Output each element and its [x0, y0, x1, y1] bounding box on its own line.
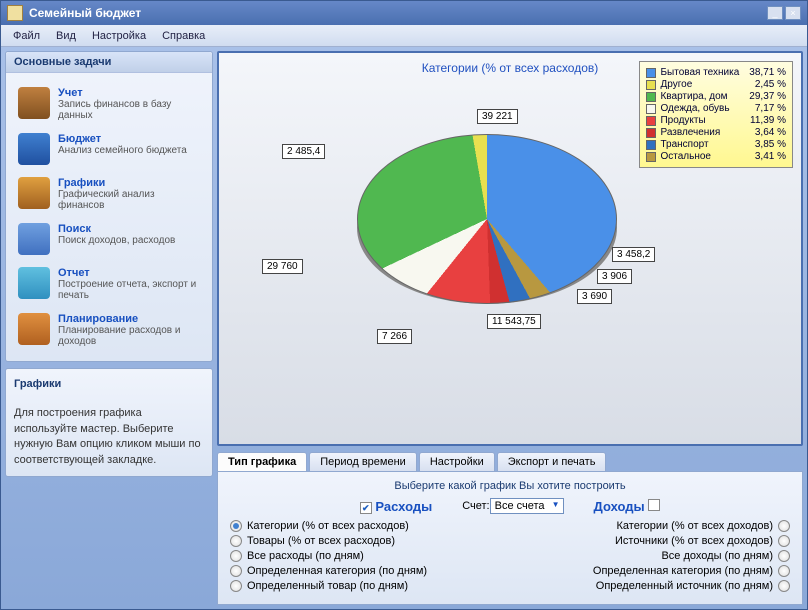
- legend-swatch: [646, 68, 656, 78]
- account-select[interactable]: Все счета: [490, 498, 564, 514]
- tab-chart-type[interactable]: Тип графика: [217, 452, 307, 471]
- tabs: Тип графика Период времени Настройки Экс…: [217, 452, 803, 471]
- planning-icon: [18, 313, 50, 345]
- report-icon: [18, 267, 50, 299]
- help-title: Графики: [14, 377, 204, 392]
- tab-settings[interactable]: Настройки: [419, 452, 495, 471]
- exp-radio-category-days[interactable]: Определенная категория (по дням): [230, 565, 427, 577]
- tasks-header: Основные задачи: [6, 52, 212, 73]
- exp-radio-all-days[interactable]: Все расходы (по дням): [230, 550, 427, 562]
- window-title: Семейный бюджет: [29, 6, 767, 20]
- task-search[interactable]: ПоискПоиск доходов, расходов: [14, 217, 204, 261]
- task-report[interactable]: ОтчетПостроение отчета, экспорт и печать: [14, 261, 204, 307]
- inc-radio-all-days[interactable]: Все доходы (по дням): [661, 550, 790, 562]
- expenses-label[interactable]: ✔ Расходы: [360, 499, 432, 514]
- app-icon: [7, 5, 23, 21]
- inc-radio-sources[interactable]: Источники (% от всех доходов): [615, 535, 790, 547]
- incomes-checkbox[interactable]: [648, 499, 660, 511]
- help-text: Для построения графика используйте масте…: [14, 406, 204, 468]
- tasks-panel: Основные задачи УчетЗапись финансов в ба…: [5, 51, 213, 362]
- app-window: Семейный бюджет _ × Файл Вид Настройка С…: [0, 0, 808, 610]
- task-charts[interactable]: ГрафикиГрафический анализ финансов: [14, 171, 204, 217]
- exp-radio-good-days[interactable]: Определенный товар (по дням): [230, 580, 427, 592]
- options-title: Выберите какой график Вы хотите построит…: [230, 480, 790, 492]
- callout-drugoe: 2 485,4: [282, 144, 325, 159]
- menu-help[interactable]: Справка: [154, 28, 213, 44]
- minimize-button[interactable]: _: [767, 6, 783, 20]
- menu-view[interactable]: Вид: [48, 28, 84, 44]
- options-panel: Выберите какой график Вы хотите построит…: [217, 471, 803, 605]
- task-title: Учет: [58, 87, 200, 99]
- task-budget[interactable]: БюджетАнализ семейного бюджета: [14, 127, 204, 171]
- chart-icon: [18, 177, 50, 209]
- expenses-checkbox[interactable]: ✔: [360, 502, 372, 514]
- account-label: Счет:: [462, 500, 489, 512]
- callout-kvartira: 29 760: [262, 259, 303, 274]
- task-planning[interactable]: ПланированиеПланирование расходов и дохо…: [14, 307, 204, 353]
- inc-radio-source-days[interactable]: Определенный источник (по дням): [596, 580, 790, 592]
- exp-radio-categories[interactable]: Категории (% от всех расходов): [230, 520, 427, 532]
- incomes-label[interactable]: Доходы: [594, 499, 661, 514]
- callout-razvlech: 3 690: [577, 289, 612, 304]
- close-button[interactable]: ×: [785, 6, 801, 20]
- menubar: Файл Вид Настройка Справка: [1, 25, 807, 47]
- tab-export[interactable]: Экспорт и печать: [497, 452, 607, 471]
- titlebar[interactable]: Семейный бюджет _ ×: [1, 1, 807, 25]
- menu-settings[interactable]: Настройка: [84, 28, 154, 44]
- callout-ostalnoe: 3 458,2: [612, 247, 655, 262]
- menu-file[interactable]: Файл: [5, 28, 48, 44]
- tab-period[interactable]: Период времени: [309, 452, 417, 471]
- inc-radio-categories[interactable]: Категории (% от всех доходов): [617, 520, 791, 532]
- database-icon: [18, 87, 50, 119]
- pie-chart: 39 221 2 485,4 29 760 7 266 11 543,75 3 …: [227, 79, 793, 359]
- exp-radio-goods[interactable]: Товары (% от всех расходов): [230, 535, 427, 547]
- callout-produkty: 11 543,75: [487, 314, 541, 329]
- callout-odezhda: 7 266: [377, 329, 412, 344]
- search-icon: [18, 223, 50, 255]
- chart-area: Категории (% от всех расходов) Бытовая т…: [217, 51, 803, 446]
- inc-radio-category-days[interactable]: Определенная категория (по дням): [593, 565, 790, 577]
- help-panel: Графики Для построения графика используй…: [5, 368, 213, 477]
- budget-icon: [18, 133, 50, 165]
- callout-transport: 3 906: [597, 269, 632, 284]
- callout-bytovaya: 39 221: [477, 109, 518, 124]
- task-accounting[interactable]: УчетЗапись финансов в базу данных: [14, 81, 204, 127]
